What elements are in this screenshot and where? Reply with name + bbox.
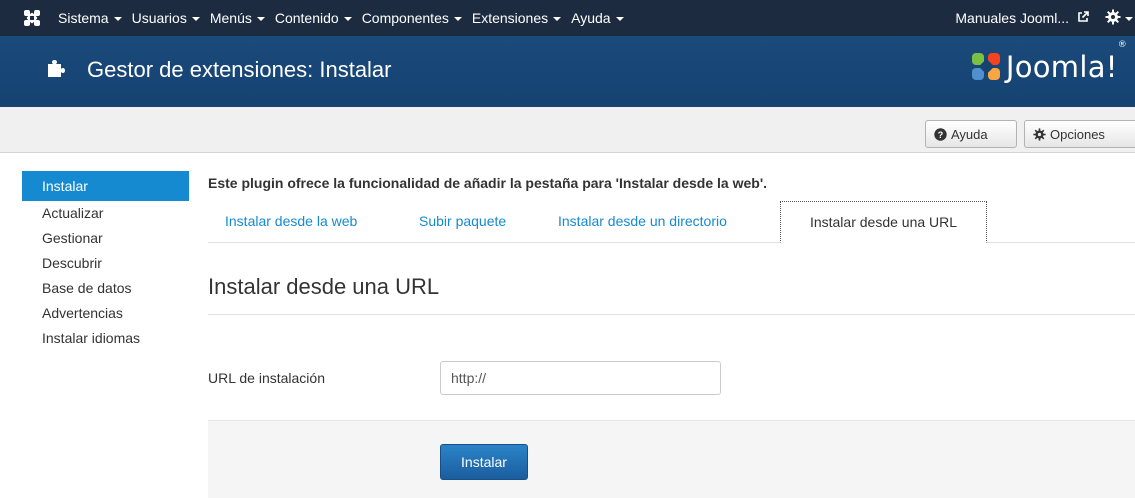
menu-label: Ayuda (571, 10, 611, 26)
caret-down-icon (343, 16, 352, 21)
section-title: Instalar desde una URL (208, 274, 440, 299)
install-tabs: Instalar desde la web Subir paquete Inst… (208, 201, 1135, 243)
tab-instalar-desde-la-web[interactable]: Instalar desde la web (225, 201, 357, 243)
menu-usuarios[interactable]: Usuarios (129, 0, 207, 36)
caret-down-icon (113, 16, 122, 21)
menu-menus[interactable]: Menús (207, 0, 272, 36)
toolbar: ? Ayuda Opciones (0, 107, 1135, 153)
top-navbar: Sistema Usuarios Menús Contenido Compone… (0, 0, 1135, 36)
tab-subir-paquete[interactable]: Subir paquete (419, 201, 506, 243)
site-link-label: Manuales Jooml... (955, 10, 1069, 26)
menu-label: Menús (209, 10, 252, 26)
menu-extensiones[interactable]: Extensiones (469, 0, 568, 36)
help-label: Ayuda (951, 126, 988, 142)
sidebar-item-descubrir[interactable]: Descubrir (22, 251, 189, 275)
sidebar-item-gestionar[interactable]: Gestionar (22, 226, 189, 250)
install-button[interactable]: Instalar (440, 444, 528, 480)
caret-down-icon (615, 16, 624, 21)
question-circle-icon: ? (934, 127, 947, 141)
joomla-logo-icon (971, 53, 1000, 80)
gear-icon (1033, 127, 1046, 141)
plugin-message: Este plugin ofrece la funcionalidad de a… (208, 175, 768, 191)
main-content: Este plugin ofrece la funcionalidad de a… (208, 153, 1135, 498)
joomla-icon[interactable] (19, 5, 45, 31)
menu-componentes[interactable]: Componentes (359, 0, 469, 36)
menu-label: Extensiones (471, 10, 549, 26)
external-link-icon (1077, 10, 1089, 26)
caret-down-icon (256, 16, 265, 21)
main-menu: Sistema Usuarios Menús Contenido Compone… (55, 0, 631, 36)
caret-down-icon (1125, 16, 1133, 21)
sidebar-item-instalar[interactable]: Instalar (22, 171, 189, 201)
options-label: Opciones (1050, 126, 1105, 142)
sidebar: Instalar Actualizar Gestionar Descubrir … (22, 171, 189, 351)
page-header: Gestor de extensiones: Instalar Joomla!® (0, 36, 1135, 107)
menu-label: Componentes (361, 10, 449, 26)
tab-instalar-desde-directorio[interactable]: Instalar desde un directorio (558, 201, 727, 243)
tab-instalar-desde-url[interactable]: Instalar desde una URL (780, 201, 987, 243)
sidebar-item-base-de-datos[interactable]: Base de datos (22, 276, 189, 300)
menu-ayuda[interactable]: Ayuda (568, 0, 630, 36)
joomla-logo: Joomla!® (970, 40, 1127, 84)
url-label: URL de instalación (208, 370, 325, 386)
page-title: Gestor de extensiones: Instalar (87, 57, 392, 82)
navbar-right: Manuales Jooml... (955, 0, 1135, 36)
caret-down-icon (553, 16, 562, 21)
menu-contenido[interactable]: Contenido (272, 0, 359, 36)
help-button[interactable]: ? Ayuda (925, 120, 1017, 148)
options-button[interactable]: Opciones (1024, 120, 1135, 148)
site-link[interactable]: Manuales Jooml... (955, 10, 1089, 26)
caret-down-icon (191, 16, 200, 21)
divider (208, 314, 1135, 315)
install-url-input[interactable] (440, 361, 721, 395)
sidebar-item-instalar-idiomas[interactable]: Instalar idiomas (22, 326, 189, 350)
form-actions: Instalar (208, 420, 1135, 498)
gear-icon (1105, 9, 1121, 28)
caret-down-icon (453, 16, 462, 21)
user-menu[interactable] (1105, 9, 1133, 28)
svg-text:?: ? (938, 130, 944, 140)
brand-name: Joomla!® (1005, 40, 1127, 84)
menu-sistema[interactable]: Sistema (55, 0, 129, 36)
menu-label: Sistema (58, 10, 109, 26)
sidebar-item-actualizar[interactable]: Actualizar (22, 201, 189, 225)
menu-label: Contenido (274, 10, 339, 26)
puzzle-icon (45, 55, 69, 82)
menu-label: Usuarios (131, 10, 187, 26)
sidebar-item-advertencias[interactable]: Advertencias (22, 301, 189, 325)
